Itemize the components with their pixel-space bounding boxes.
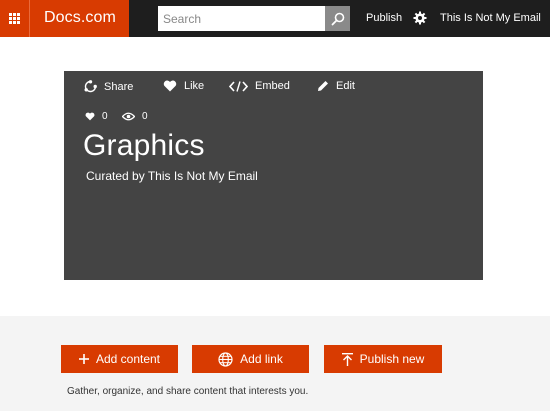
like-count: 0 xyxy=(85,111,108,122)
share-button[interactable]: Share xyxy=(84,80,133,93)
eye-icon xyxy=(122,112,135,121)
publish-new-button[interactable]: Publish new xyxy=(324,345,442,373)
content-actions: Add content Add link Publish new Gather,… xyxy=(0,316,550,411)
search-button[interactable] xyxy=(325,6,350,31)
top-bar: Docs.com Publish This Is Not My Email xyxy=(0,0,550,37)
like-count-value: 0 xyxy=(102,111,108,122)
heart-icon xyxy=(85,112,95,121)
gear-icon[interactable] xyxy=(413,11,427,25)
heart-icon xyxy=(163,80,177,92)
like-label: Like xyxy=(184,80,205,92)
brand-area: Docs.com xyxy=(0,0,129,37)
search-box xyxy=(158,6,350,31)
share-label: Share xyxy=(104,80,134,93)
pencil-icon xyxy=(318,81,328,91)
add-link-button[interactable]: Add link xyxy=(192,345,309,373)
edit-button[interactable]: Edit xyxy=(317,80,355,92)
embed-button[interactable]: Embed xyxy=(229,80,290,92)
search-icon xyxy=(331,12,344,25)
collection-card: Share Like Embed Edit 0 0 Graphics Curat… xyxy=(64,71,483,280)
plus-icon xyxy=(78,354,89,364)
waffle-icon[interactable] xyxy=(0,0,30,37)
publish-link[interactable]: Publish xyxy=(366,12,402,24)
code-icon xyxy=(229,80,248,92)
view-count-value: 0 xyxy=(142,111,148,122)
user-menu[interactable]: This Is Not My Email xyxy=(440,12,541,24)
edit-label: Edit xyxy=(336,80,355,92)
upload-icon xyxy=(341,352,353,366)
embed-label: Embed xyxy=(255,80,290,92)
like-button[interactable]: Like xyxy=(163,80,204,92)
collection-title: Graphics xyxy=(83,129,205,162)
add-link-label: Add link xyxy=(240,352,283,366)
brand-logo-text[interactable]: Docs.com xyxy=(44,9,116,27)
publish-new-label: Publish new xyxy=(359,352,425,366)
curated-by: Curated by This Is Not My Email xyxy=(86,169,258,183)
add-content-label: Add content xyxy=(95,352,161,366)
add-content-button[interactable]: Add content xyxy=(61,345,178,373)
tagline: Gather, organize, and share content that… xyxy=(67,386,309,397)
view-count: 0 xyxy=(122,111,148,122)
globe-icon xyxy=(218,351,233,367)
share-icon xyxy=(84,80,97,93)
search-input[interactable] xyxy=(158,6,325,31)
